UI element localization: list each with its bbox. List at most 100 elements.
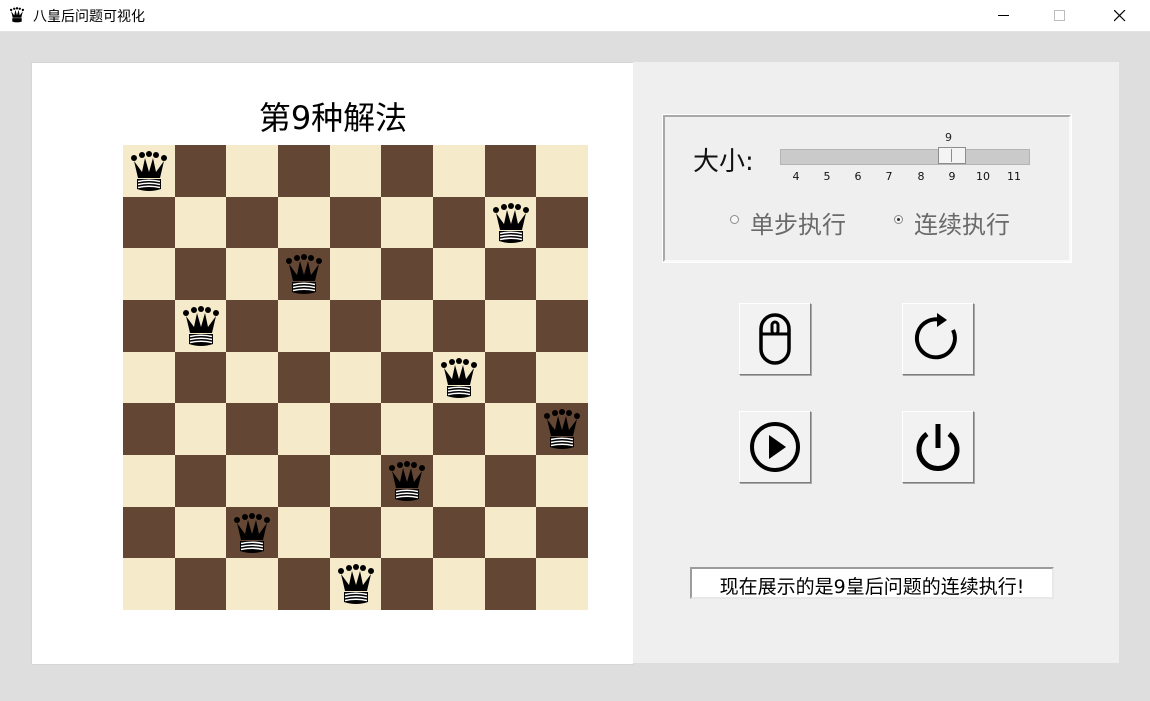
board-square [226, 248, 278, 300]
slider-tick: 4 [792, 170, 800, 183]
board-square [484, 455, 537, 507]
board-square [484, 351, 537, 404]
maximize-button[interactable] [1037, 0, 1083, 31]
board-square [484, 506, 537, 559]
radio-button[interactable] [730, 215, 739, 224]
board-square [329, 506, 382, 559]
board-square [226, 351, 278, 404]
board-square [226, 300, 278, 352]
board-square [329, 351, 382, 404]
board-square [536, 300, 588, 352]
slider-tick: 10 [976, 170, 990, 183]
board-square [174, 455, 227, 507]
board-square [174, 300, 227, 352]
board-square [433, 351, 485, 404]
status-text: 现在展示的是9皇后问题的连续执行! [719, 576, 1025, 598]
slider-tick: 9 [948, 170, 956, 183]
mouse-button[interactable] [739, 303, 811, 375]
queen-icon [539, 406, 585, 452]
board-square [174, 403, 227, 455]
board-square [329, 558, 382, 610]
slider-value: 9 [945, 131, 952, 144]
board-square [278, 351, 330, 404]
board-square [174, 558, 227, 610]
board-square [381, 351, 433, 404]
slider-tick: 11 [1007, 170, 1021, 183]
board-square [174, 196, 227, 249]
board-square [433, 248, 485, 300]
minimize-button[interactable] [981, 0, 1027, 31]
settings-group: 大小: 9 4 5 6 7 8 9 10 11 单步执行 连续执行 [662, 114, 1072, 263]
minimize-icon [998, 15, 1009, 16]
queen-icon [9, 7, 25, 23]
play-button[interactable] [739, 411, 811, 483]
board-square [536, 506, 588, 559]
board-square [278, 300, 330, 352]
board-square [536, 248, 588, 300]
board-square [484, 196, 537, 249]
board-square [381, 403, 433, 455]
size-label: 大小: [693, 147, 754, 177]
board-square [123, 145, 175, 197]
slider-tick: 5 [823, 170, 831, 183]
board-square [278, 403, 330, 455]
board-square [381, 248, 433, 300]
radio-continuous-label: 连续执行 [914, 211, 1010, 239]
board-square [433, 145, 485, 197]
board-square [433, 506, 485, 559]
window-title: 八皇后问题可视化 [33, 9, 145, 25]
board-square [381, 300, 433, 352]
board-square [123, 558, 175, 610]
board-square [329, 248, 382, 300]
board-square [484, 248, 537, 300]
close-icon [1114, 10, 1126, 22]
board-square [278, 558, 330, 610]
board-square [174, 248, 227, 300]
board-square [536, 351, 588, 404]
slider-tick: 7 [885, 170, 893, 183]
close-button[interactable] [1097, 0, 1143, 31]
reset-button[interactable] [902, 303, 974, 375]
power-button[interactable] [902, 411, 974, 483]
board-square [381, 558, 433, 610]
queen-icon [126, 148, 172, 194]
board-square [536, 455, 588, 507]
radio-button-checked[interactable] [894, 215, 903, 224]
board-square [536, 145, 588, 197]
size-slider-track[interactable] [780, 149, 1030, 165]
board-square [123, 196, 175, 249]
board-square [329, 403, 382, 455]
play-icon [750, 422, 800, 472]
queen-icon [229, 510, 275, 556]
board-square [381, 506, 433, 559]
power-icon [916, 424, 960, 471]
board-square [484, 558, 537, 610]
slider-tick: 8 [917, 170, 925, 183]
board-square [123, 300, 175, 352]
board-square [329, 196, 382, 249]
reset-icon [914, 313, 957, 360]
board-square [433, 300, 485, 352]
board-square [226, 558, 278, 610]
board-square [123, 455, 175, 507]
board-square [123, 506, 175, 559]
board-panel: 第9种解法 [31, 62, 634, 665]
board-square [278, 248, 330, 300]
board-square [484, 145, 537, 197]
control-panel: 大小: 9 4 5 6 7 8 9 10 11 单步执行 连续执行 现在展示的是… [633, 62, 1119, 663]
radio-step-label: 单步执行 [750, 211, 846, 239]
queen-icon [333, 561, 379, 607]
solution-title: 第9种解法 [258, 99, 408, 137]
board-square [278, 506, 330, 559]
queen-icon [436, 355, 482, 401]
board-square [484, 403, 537, 455]
board-square [174, 506, 227, 559]
board-square [278, 455, 330, 507]
queen-icon [488, 200, 534, 246]
board-square [536, 196, 588, 249]
size-slider-thumb[interactable] [938, 147, 966, 164]
board-square [484, 300, 537, 352]
board-square [433, 403, 485, 455]
board-square [174, 351, 227, 404]
board-square [433, 455, 485, 507]
